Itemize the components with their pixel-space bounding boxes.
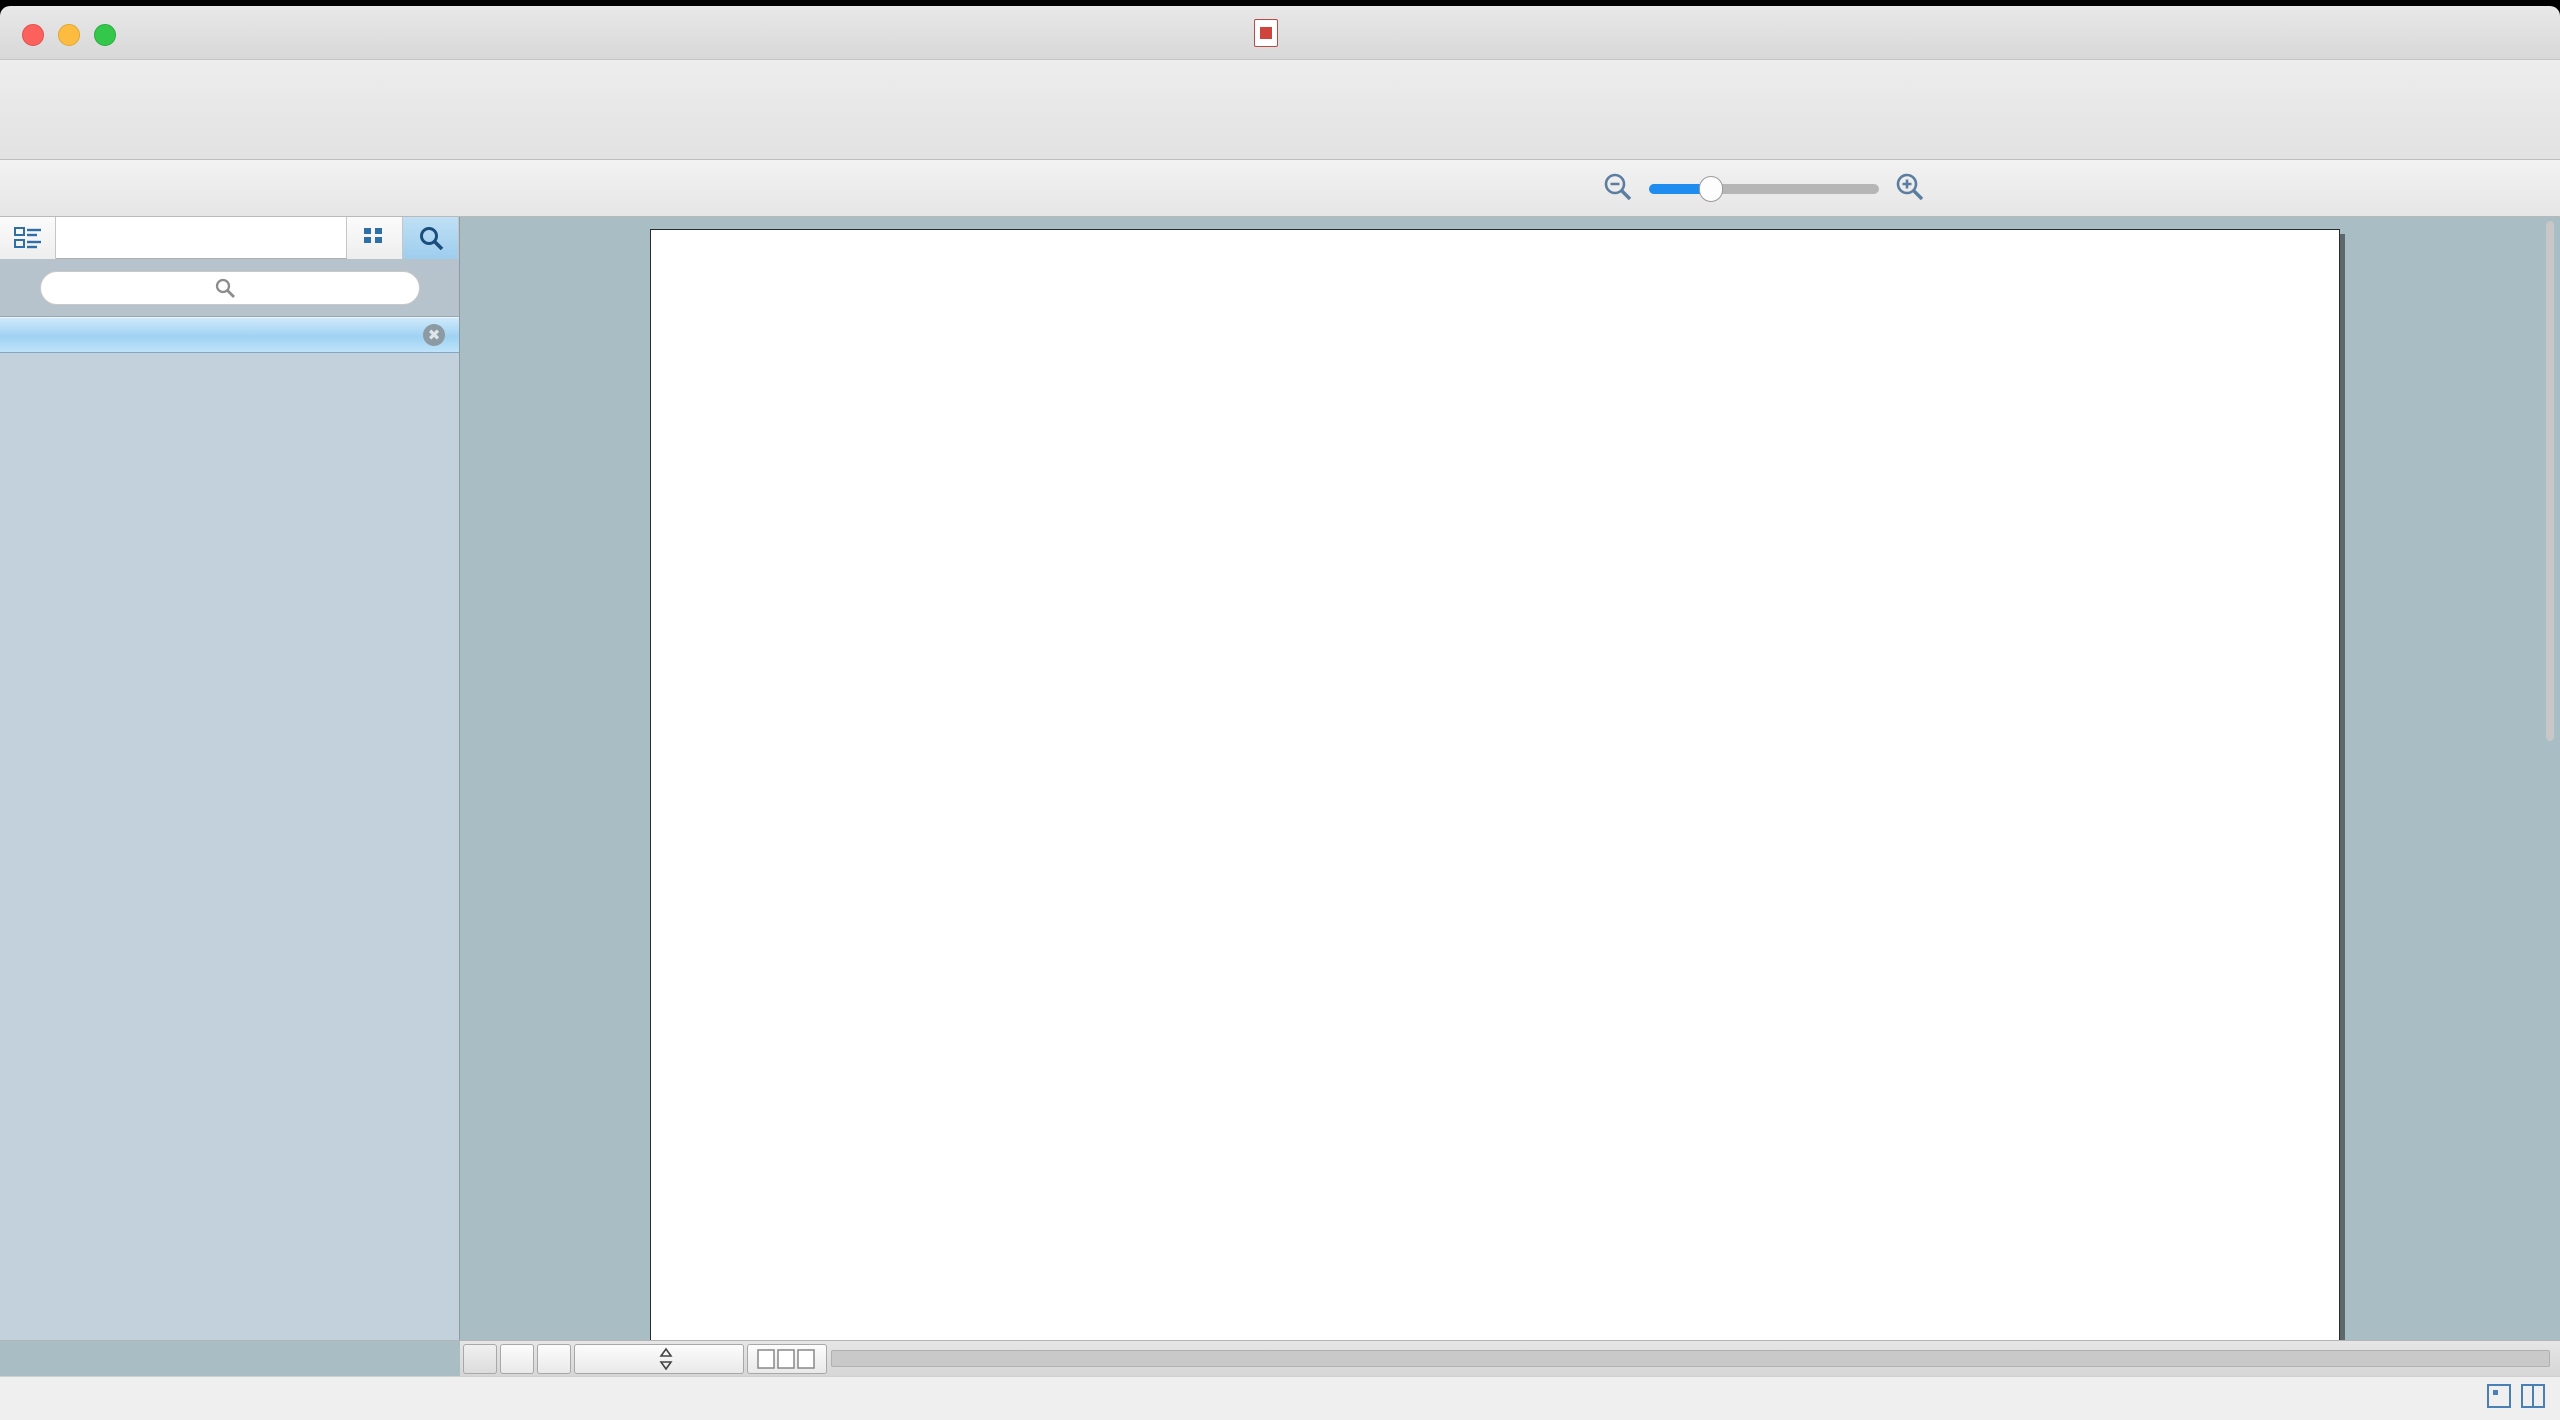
library-search-bar (0, 259, 459, 317)
bottombar-left-pad (0, 1340, 460, 1377)
next-page-button[interactable] (537, 1343, 571, 1374)
search-input[interactable] (39, 270, 420, 305)
diagram-page[interactable] (650, 229, 2340, 1349)
previous-page-button[interactable] (500, 1343, 534, 1374)
zoom-level-stepper[interactable] (574, 1343, 744, 1374)
document-icon (1254, 19, 1278, 47)
zoom-slider[interactable] (1649, 176, 1879, 202)
search-tab[interactable] (403, 217, 459, 259)
library-panel-tabs (0, 217, 459, 259)
library-tab-filler (56, 217, 347, 258)
layout-icon[interactable] (2520, 1383, 2546, 1414)
pause-button[interactable] (463, 1343, 497, 1374)
page-navigation-bar (0, 1340, 2560, 1377)
window-titlebar (0, 6, 2560, 60)
window-title (0, 6, 2560, 60)
secondary-toolstrip (0, 160, 2560, 217)
status-bar (0, 1376, 2560, 1420)
zoom-slider-group (1595, 167, 1933, 211)
page-tabs-button[interactable] (747, 1343, 827, 1374)
canvas-vertical-scrollbar[interactable] (2542, 221, 2558, 1336)
grid-view-tab[interactable] (347, 217, 403, 259)
zoom-in-icon[interactable] (1893, 170, 1927, 209)
uml-connectors (651, 230, 2341, 1350)
zoom-out-icon[interactable] (1601, 170, 1635, 209)
application-window: ✖ (0, 0, 2560, 1420)
fullscreen-icon[interactable] (2486, 1383, 2512, 1414)
close-icon[interactable]: ✖ (423, 324, 445, 346)
diagram-canvas-area[interactable] (460, 217, 2560, 1349)
stepper-updown-icon (659, 1347, 673, 1370)
page-tabs-icon (757, 1348, 815, 1369)
outline-tab[interactable] (0, 217, 56, 259)
library-section-header[interactable]: ✖ (0, 317, 459, 353)
horizontal-scrollbar[interactable] (831, 1350, 2550, 1367)
search-icon (215, 278, 235, 298)
status-right-icons (2486, 1383, 2546, 1414)
main-ribbon-toolbar (0, 60, 2560, 160)
shapes-library-panel: ✖ (0, 217, 460, 1340)
